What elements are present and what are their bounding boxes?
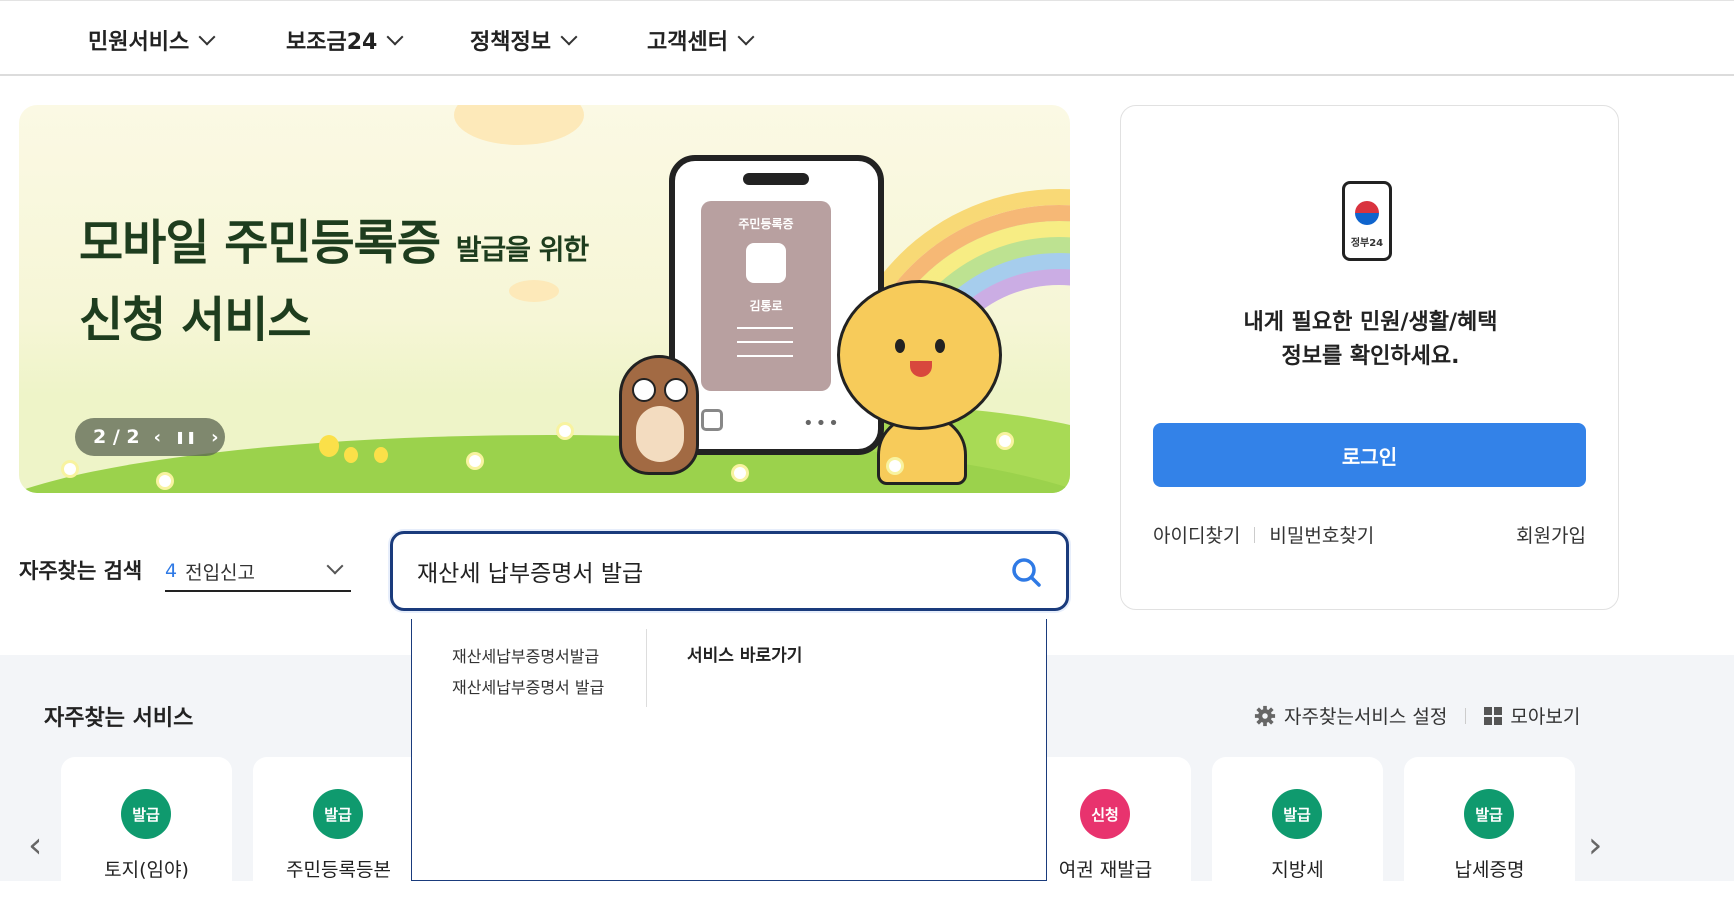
search-icon[interactable] [1010, 556, 1042, 588]
search-box [390, 531, 1069, 611]
search-input[interactable] [417, 558, 977, 584]
nav-customer-center[interactable]: 고객센터 [647, 24, 755, 56]
issue-badge: 발급 [1272, 789, 1322, 839]
frequent-search-term: 전입신고 [185, 561, 256, 584]
phone-illustration: 주민등록증 김통로 ••• [669, 155, 884, 455]
phone-button [701, 409, 723, 431]
profile-icon [746, 243, 786, 283]
eye [895, 339, 905, 353]
apply-badge: 신청 [1080, 789, 1130, 839]
banner-title: 모바일 주민등록증 발급을 위한 신청 서비스 [79, 215, 589, 348]
login-message: 내게 필요한 민원/생활/혜택 정보를 확인하세요. [1243, 310, 1498, 370]
services-toolbar: 자주찾는서비스 설정 모아보기 [1254, 702, 1580, 729]
service-card[interactable]: 발급 지방세 [1212, 757, 1383, 897]
nav-policy-info[interactable]: 정책정보 [470, 24, 578, 56]
service-card[interactable]: 발급 주민등록등본 [253, 757, 424, 897]
card-line [737, 327, 793, 329]
mouth [910, 361, 932, 377]
frequent-search-rank: 4 [165, 560, 178, 582]
grid-icon [1484, 706, 1503, 725]
gov24-icon-text: 정부24 [1350, 238, 1384, 249]
chevron-left-icon[interactable]: ‹ [154, 427, 161, 448]
autocomplete-item[interactable]: 재산세납부증명서발급 [452, 641, 604, 672]
chevron-left-icon[interactable]: ‹ [28, 825, 42, 866]
squirrel-character [837, 280, 1002, 430]
flower-decoration [469, 455, 481, 467]
divider [1254, 526, 1256, 543]
chevron-down-icon [386, 28, 404, 46]
id-card: 주민등록증 김통로 [701, 201, 831, 391]
owl-character [619, 355, 699, 475]
issue-badge: 발급 [1464, 789, 1514, 839]
eye [935, 339, 945, 353]
flower-decoration [64, 463, 76, 475]
nav-civil-services[interactable]: 민원서비스 [88, 24, 216, 56]
service-card[interactable]: 발급 납세증명 [1404, 757, 1575, 897]
nav-subsidy24[interactable]: 보조금24 [286, 24, 404, 56]
login-card: 정부24 내게 필요한 민원/생활/혜택 정보를 확인하세요. 로그인 아이디찾… [1120, 105, 1619, 610]
phone-notch [743, 173, 809, 185]
nav-label: 정책정보 [470, 30, 551, 55]
service-name: 지방세 [1271, 859, 1324, 881]
service-name: 주민등록등본 [286, 859, 391, 881]
id-card-label: 주민등록증 [738, 217, 794, 231]
taeguk-icon [1355, 201, 1379, 225]
chick-decoration [319, 435, 339, 457]
issue-badge: 발급 [121, 789, 171, 839]
autocomplete-list: 재산세납부증명서발급 재산세납부증명서 발급 [452, 641, 604, 703]
service-shortcut-heading: 서비스 바로가기 [687, 646, 803, 666]
flower-decoration [889, 460, 901, 472]
service-card[interactable]: 발급 토지(임야) [61, 757, 232, 897]
nav-label: 보조금24 [286, 30, 378, 55]
chevron-down-icon [737, 28, 755, 46]
signup-link[interactable]: 회원가입 [1516, 521, 1586, 548]
services-setting-link[interactable]: 자주찾는서비스 설정 [1284, 702, 1447, 729]
id-card-name: 김통로 [749, 299, 783, 313]
frequent-search-select[interactable]: 4 전입신고 [165, 552, 351, 592]
autocomplete-dropdown: 재산세납부증명서발급 재산세납부증명서 발급 서비스 바로가기 [411, 619, 1047, 881]
autocomplete-item[interactable]: 재산세납부증명서 발급 [452, 672, 604, 703]
flower-decoration [999, 435, 1011, 447]
login-links: 아이디찾기 비밀번호찾기 회원가입 [1153, 521, 1586, 548]
chevron-right-icon[interactable]: › [1588, 825, 1602, 866]
gear-icon [1254, 705, 1276, 726]
view-all-link[interactable]: 모아보기 [1510, 702, 1580, 729]
global-nav: 민원서비스 보조금24 정책정보 고객센터 [0, 4, 1734, 76]
flower-decoration [159, 475, 171, 487]
eye [664, 378, 688, 402]
flower-decoration [559, 425, 571, 437]
chick-decoration [344, 447, 358, 463]
nav-label: 민원서비스 [88, 30, 190, 55]
chevron-down-icon [326, 557, 344, 575]
issue-badge: 발급 [313, 789, 363, 839]
find-password-link[interactable]: 비밀번호찾기 [1269, 521, 1374, 548]
card-line [737, 355, 793, 357]
services-title: 자주찾는 서비스 [44, 706, 194, 731]
service-name: 토지(임야) [104, 859, 189, 881]
banner-pager: 2 / 2 ‹ ❚❚ › [75, 418, 225, 456]
chevron-right-icon[interactable]: › [211, 427, 218, 448]
login-button[interactable]: 로그인 [1153, 423, 1586, 487]
eye [632, 378, 656, 402]
chick-decoration [374, 447, 388, 463]
find-id-link[interactable]: 아이디찾기 [1153, 521, 1240, 548]
cloud-decoration [454, 105, 584, 145]
more-icon: ••• [803, 413, 841, 434]
pager-count: 2 / 2 [93, 426, 140, 448]
owl-belly [636, 406, 684, 462]
chevron-down-icon [560, 28, 578, 46]
flower-decoration [734, 467, 746, 479]
divider [1465, 707, 1467, 724]
chevron-down-icon [198, 28, 216, 46]
card-line [737, 341, 793, 343]
divider [646, 629, 647, 707]
pause-icon[interactable]: ❚❚ [175, 430, 197, 444]
gov24-phone-icon: 정부24 [1342, 181, 1392, 261]
nav-label: 고객센터 [647, 30, 728, 55]
service-name: 납세증명 [1454, 859, 1525, 881]
frequent-search-label: 자주찾는 검색 [19, 559, 143, 583]
